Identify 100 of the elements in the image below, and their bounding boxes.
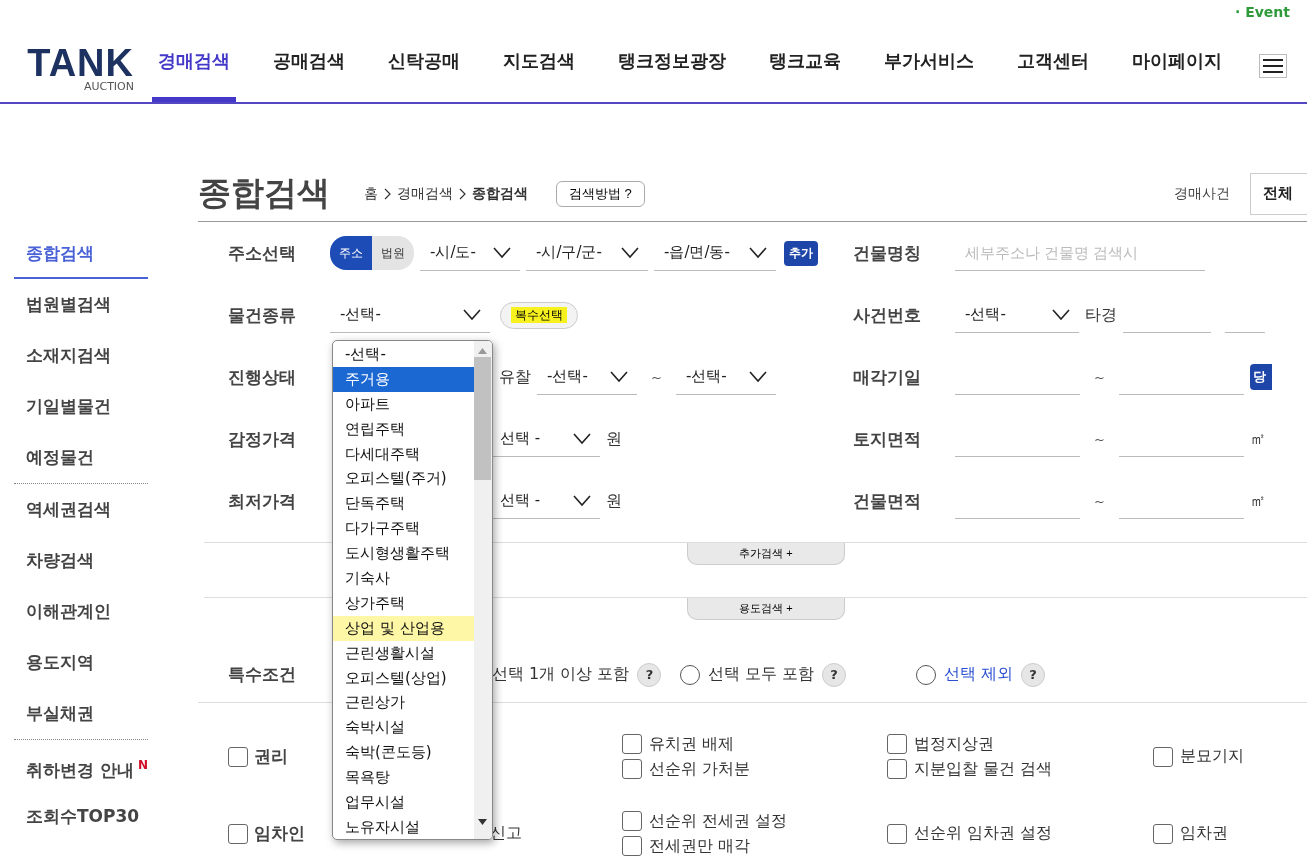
nav-tab[interactable]: 탱크교육 (763, 49, 847, 102)
toggle-button[interactable]: 주소 (329, 236, 372, 270)
dropdown-option[interactable]: 근린상가 (332, 690, 474, 716)
unit-text: 원 (605, 490, 622, 512)
select-field[interactable]: -시/구/군- (525, 235, 648, 271)
sidebar-item[interactable]: 예정물건 (14, 432, 148, 483)
sidebar-item[interactable]: 취하변경 안내 $^{N}$ (14, 740, 148, 791)
sidebar-item[interactable]: 용도지역 (14, 637, 148, 688)
chevron-right-icon (383, 187, 391, 200)
checkbox[interactable] (1152, 746, 1173, 767)
dropdown-option[interactable]: 상가주택 (332, 590, 474, 616)
help-icon[interactable]: ? (822, 662, 847, 687)
nav-tab[interactable]: 고객센터 (1011, 49, 1095, 102)
dropdown-option[interactable]: 노유자시설 (332, 814, 474, 839)
checkbox[interactable] (621, 811, 642, 831)
option-label: 선택 1개 이상 포함 (491, 664, 630, 685)
field-label: 건물명칭 (852, 241, 922, 265)
checkbox[interactable] (1152, 823, 1173, 844)
checkbox[interactable] (886, 823, 907, 844)
select-field[interactable]: -선택- (536, 359, 637, 395)
expand-button[interactable]: 추가검색 + (686, 543, 845, 565)
logo-subtitle: AUCTION (83, 80, 134, 94)
dropdown-option[interactable]: 숙박(콘도등) (332, 740, 474, 766)
checkbox[interactable] (621, 759, 642, 779)
chevron-down-icon (461, 308, 482, 321)
sidebar-item[interactable]: 차량검색 (14, 535, 148, 586)
sidebar-item[interactable]: 소재지검색 (14, 330, 148, 381)
page-title: 종합검색 (197, 172, 330, 214)
select-field[interactable]: -선택- (954, 297, 1079, 333)
chevron-down-icon (571, 432, 592, 445)
checkbox[interactable] (886, 759, 907, 779)
tilde-text: ~ (1093, 369, 1105, 385)
today-button[interactable]: 당 (1249, 364, 1272, 390)
checkbox[interactable] (227, 746, 248, 767)
nav-tab[interactable]: 지도검색 (497, 49, 581, 102)
help-icon[interactable]: ? (637, 662, 662, 687)
failed-bid-text: 유찰 (498, 366, 531, 388)
checkbox-label: 법정지상권 (913, 733, 994, 755)
dropdown-option[interactable]: 연립주택 (332, 416, 474, 442)
dropdown-option[interactable]: 상업 및 산업용 (332, 615, 474, 641)
dropdown-option[interactable]: 아파트 (332, 391, 474, 417)
dropdown-option[interactable]: 주거용 (332, 366, 474, 392)
select-field[interactable]: 선택 - (489, 421, 600, 457)
case-select[interactable]: 전체 (1249, 172, 1307, 215)
breadcrumb-link[interactable]: 경매검색 (396, 184, 453, 203)
select-field[interactable]: -읍/면/동- (653, 235, 776, 271)
select-field[interactable]: -선택- (329, 297, 490, 333)
nav-tab[interactable]: 탱크정보광장 (612, 49, 732, 102)
nav-tab[interactable]: 신탁공매 (382, 49, 466, 102)
dropdown-option[interactable]: 목욕탕 (332, 765, 474, 791)
expand-button[interactable]: 용도검색 + (686, 598, 845, 620)
field-label: 최저가격 (227, 489, 297, 513)
dropdown-option[interactable]: 다가구주택 (332, 516, 474, 542)
checkbox-label: 선순위 가처분 (648, 758, 750, 780)
scroll-thumb[interactable] (474, 357, 492, 480)
scrollbar[interactable] (473, 341, 492, 839)
multi-select-button[interactable]: 복수선택 (499, 301, 578, 329)
new-label: N (137, 758, 148, 772)
nav-tab[interactable]: 부가서비스 (878, 49, 980, 102)
sidebar-item[interactable]: 종합검색 (14, 228, 148, 279)
dropdown-option[interactable]: 기숙사 (332, 566, 474, 591)
select-field[interactable]: -시/도- (419, 235, 520, 271)
select-field[interactable]: -선택- (675, 359, 776, 395)
nav-tab[interactable]: 마이페이지 (1126, 49, 1228, 102)
help-icon[interactable]: ? (1021, 662, 1046, 687)
dropdown-option[interactable]: -선택- (332, 342, 474, 367)
sidebar-item[interactable]: 부실채권 (14, 688, 148, 739)
chevron-down-icon (1050, 308, 1071, 321)
nav-tab[interactable]: 경매검색 (152, 49, 236, 102)
event-link[interactable]: · Event (1234, 4, 1290, 20)
nav-tab[interactable]: 공매검색 (267, 49, 351, 102)
sidebar-item[interactable]: 조회수TOP30 (14, 791, 148, 842)
dropdown-option[interactable]: 다세대주택 (332, 441, 474, 467)
dropdown-option[interactable]: 오피스텔(주거) (332, 466, 474, 492)
sidebar-item[interactable]: 이해관계인 (14, 586, 148, 637)
breadcrumb-link[interactable]: 종합검색 (471, 184, 528, 203)
sidebar-item[interactable]: 법원별검색 (14, 279, 148, 330)
dropdown-option[interactable]: 오피스텔(상업) (332, 665, 474, 691)
help-button[interactable]: 검색방법 ? (555, 180, 645, 207)
dropdown-option[interactable]: 도시형생활주택 (332, 541, 474, 566)
menu-button[interactable] (1259, 54, 1287, 78)
breadcrumb-link[interactable]: 홈 (363, 184, 378, 203)
checkbox[interactable] (886, 734, 907, 754)
dropdown-option[interactable]: 업무시설 (332, 790, 474, 815)
dropdown-option[interactable]: 숙박시설 (332, 715, 474, 741)
checkbox[interactable] (621, 734, 642, 754)
dropdown-option[interactable]: 단독주택 (332, 491, 474, 517)
add-button[interactable]: 추가 (783, 240, 818, 266)
dropdown-option[interactable]: 근린생활시설 (332, 640, 474, 666)
checkbox-label: 지분입찰 물건 검색 (913, 758, 1052, 780)
toggle-button[interactable]: 법원 (371, 236, 414, 270)
unit-text: ㎡ (1249, 428, 1266, 450)
checkbox[interactable] (621, 836, 642, 856)
select-field[interactable]: 선택 - (489, 483, 600, 519)
field-label: 진행상태 (227, 365, 297, 389)
sidebar-item[interactable]: 기일별물건 (14, 381, 148, 432)
chevron-down-icon (491, 246, 512, 259)
menu-icon (1263, 59, 1283, 73)
sidebar-item[interactable]: 역세권검색 (14, 484, 148, 535)
checkbox[interactable] (227, 823, 248, 844)
